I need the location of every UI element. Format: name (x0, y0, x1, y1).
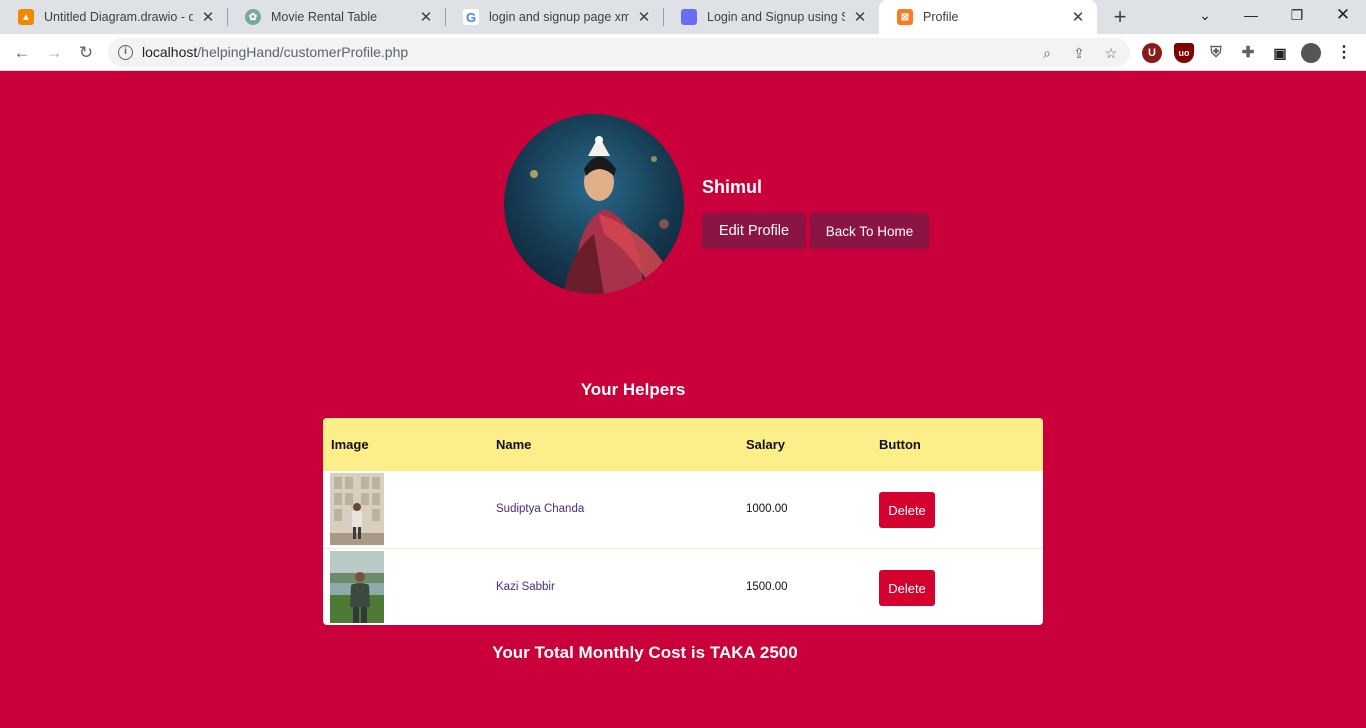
extensions-puzzle-icon[interactable]: ✚ (1238, 43, 1258, 63)
helper-salary: 1000.00 (746, 503, 788, 515)
menu-kebab-icon[interactable]: ⋮ (1334, 43, 1354, 63)
close-icon[interactable]: ✕ (1069, 8, 1087, 26)
helper-photo (330, 551, 384, 623)
helper-photo (330, 473, 384, 545)
tab-title: Login and Signup using SQLi (707, 10, 845, 24)
helper-salary: 1500.00 (746, 581, 788, 593)
google-icon: G (463, 9, 479, 25)
side-panel-icon[interactable]: ▣ (1270, 43, 1290, 63)
minimize-button[interactable]: — (1228, 0, 1274, 30)
tab-search-icon[interactable]: ⌄ (1182, 0, 1228, 30)
tab-title: Movie Rental Table (271, 10, 378, 24)
delete-button[interactable]: Delete (879, 570, 935, 606)
column-header-salary: Salary (746, 437, 786, 452)
close-icon[interactable]: ✕ (199, 8, 217, 26)
total-monthly-cost: Your Total Monthly Cost is TAKA 2500 (492, 643, 798, 662)
extension-u-icon[interactable]: U (1142, 43, 1162, 63)
close-icon[interactable]: ✕ (851, 8, 869, 26)
share-icon[interactable]: ⇪ (1070, 44, 1088, 62)
restore-button[interactable]: ❐ (1274, 0, 1320, 30)
close-icon[interactable]: ✕ (635, 8, 653, 26)
close-icon[interactable]: ✕ (417, 8, 435, 26)
column-header-button: Button (879, 437, 921, 452)
browser-tab-strip: ▲ Untitled Diagram.drawio - dr ✕ ✿ Movie… (0, 0, 1366, 34)
url-host: localhost (142, 44, 198, 60)
profile-avatar (504, 114, 684, 294)
chatgpt-icon: ✿ (245, 9, 261, 25)
shield-icon[interactable]: ⛨ (1206, 43, 1226, 63)
helpers-section-title: Your Helpers (580, 380, 686, 399)
column-header-image: Image (331, 437, 369, 452)
ublock-icon[interactable]: uo (1174, 43, 1194, 63)
xampp-icon: ⊠ (897, 9, 913, 25)
tab-title: Untitled Diagram.drawio - dr (44, 10, 193, 24)
tab-title: Profile (923, 10, 959, 24)
browser-tab-google-search[interactable]: G login and signup page xml ar ✕ (445, 0, 664, 34)
browser-tab-login-signup[interactable]: Login and Signup using SQLi ✕ (663, 0, 879, 34)
table-row: Kazi Sabbir 1500.00 Delete (323, 548, 1043, 625)
url-path: /helpingHand/customerProfile.php (197, 44, 409, 60)
forward-arrow-icon[interactable]: → (40, 39, 68, 67)
browser-tab-drawio[interactable]: ▲ Untitled Diagram.drawio - dr ✕ (0, 0, 228, 34)
tab-title: login and signup page xml ar (489, 10, 629, 24)
reload-icon[interactable]: ↻ (72, 39, 100, 67)
back-to-home-button[interactable]: Back To Home (810, 213, 929, 249)
bookmark-star-icon[interactable]: ☆ (1102, 44, 1120, 62)
helpers-table: Image Name Salary Button Sudiptya Chanda… (323, 418, 1043, 625)
address-bar[interactable]: i localhost/helpingHand/customerProfile.… (108, 38, 1130, 67)
column-header-name: Name (496, 437, 532, 452)
zoom-icon[interactable]: ⌕ (1038, 44, 1056, 62)
helper-name: Kazi Sabbir (496, 581, 555, 593)
new-tab-button[interactable]: + (1108, 4, 1132, 30)
browser-tab-profile[interactable]: ⊠ Profile ✕ (879, 0, 1097, 34)
helper-name: Sudiptya Chanda (496, 503, 585, 515)
browser-toolbar: ← → ↻ i localhost/helpingHand/customerPr… (0, 34, 1366, 71)
table-row: Sudiptya Chanda 1000.00 Delete (323, 471, 1043, 548)
site-info-icon[interactable]: i (118, 45, 133, 60)
profile-name: Shimul (702, 177, 763, 197)
back-arrow-icon[interactable]: ← (8, 39, 36, 67)
browser-tab-movie-rental[interactable]: ✿ Movie Rental Table ✕ (227, 0, 446, 34)
drawio-icon: ▲ (18, 9, 34, 25)
table-header-row: Image Name Salary Button (323, 418, 1043, 471)
edit-profile-button[interactable]: Edit Profile (702, 213, 806, 249)
url-text[interactable]: localhost/helpingHand/customerProfile.ph… (142, 44, 408, 60)
profile-avatar-icon[interactable] (1301, 43, 1321, 63)
window-close-button[interactable]: ✕ (1320, 0, 1366, 30)
site-icon (681, 9, 697, 25)
delete-button[interactable]: Delete (879, 492, 935, 528)
